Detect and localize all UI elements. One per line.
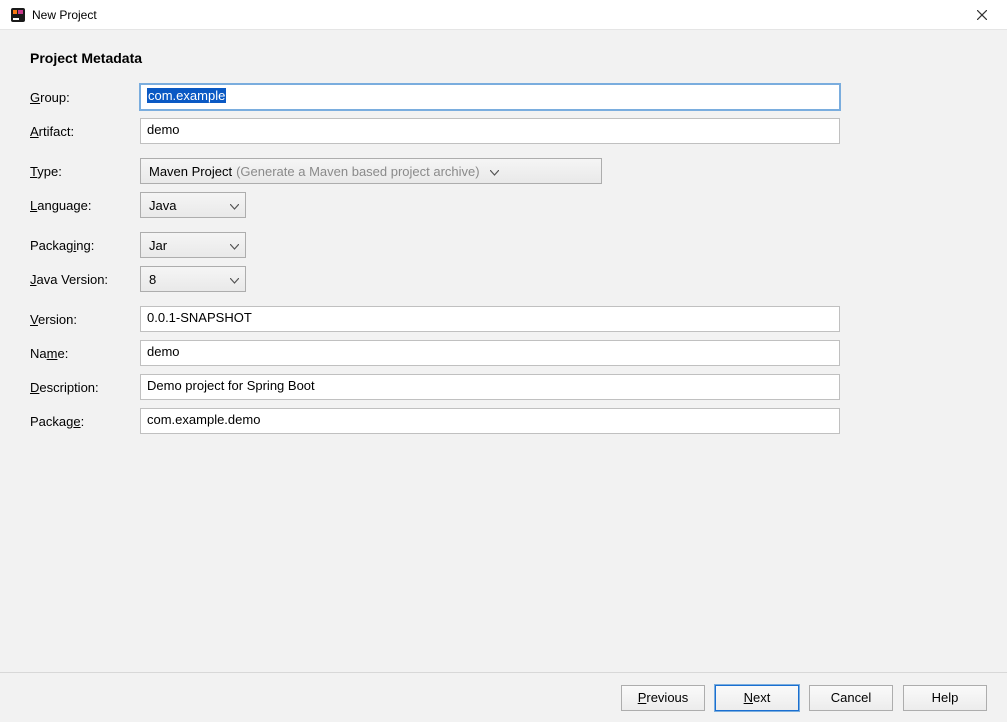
label-language: Language: xyxy=(30,198,140,213)
label-packaging: Packaging: xyxy=(30,238,140,253)
version-input[interactable]: 0.0.1-SNAPSHOT xyxy=(140,306,840,332)
chevron-down-icon xyxy=(488,164,502,179)
version-input-value: 0.0.1-SNAPSHOT xyxy=(147,310,252,325)
name-input-value: demo xyxy=(147,344,180,359)
group-input-value: com.example xyxy=(147,88,226,103)
row-type: Type: Maven Project (Generate a Maven ba… xyxy=(30,158,977,184)
chevron-down-icon xyxy=(227,238,241,253)
previous-button[interactable]: Previous xyxy=(621,685,705,711)
row-language: Language: Java xyxy=(30,192,977,218)
java-version-select-value: 8 xyxy=(149,272,156,287)
label-version: Version: xyxy=(30,312,140,327)
chevron-down-icon xyxy=(227,272,241,287)
label-description: Description: xyxy=(30,380,140,395)
packaging-select[interactable]: Jar xyxy=(140,232,246,258)
chevron-down-icon xyxy=(227,198,241,213)
packaging-select-value: Jar xyxy=(149,238,167,253)
row-name: Name: demo xyxy=(30,340,977,366)
type-select-hint: (Generate a Maven based project archive) xyxy=(236,164,480,179)
app-icon xyxy=(10,7,26,23)
label-group: Group: xyxy=(30,90,140,105)
package-input-value: com.example.demo xyxy=(147,412,260,427)
titlebar: New Project xyxy=(0,0,1007,30)
group-input[interactable]: com.example xyxy=(140,84,840,110)
row-description: Description: Demo project for Spring Boo… xyxy=(30,374,977,400)
close-icon[interactable] xyxy=(967,0,997,30)
type-select-value: Maven Project xyxy=(149,164,232,179)
content-area: Project Metadata Group: com.example Arti… xyxy=(0,30,1007,672)
help-button[interactable]: Help xyxy=(903,685,987,711)
window-title: New Project xyxy=(32,8,967,22)
language-select-value: Java xyxy=(149,198,176,213)
next-button[interactable]: Next xyxy=(715,685,799,711)
package-input[interactable]: com.example.demo xyxy=(140,408,840,434)
artifact-input[interactable]: demo xyxy=(140,118,840,144)
java-version-select[interactable]: 8 xyxy=(140,266,246,292)
artifact-input-value: demo xyxy=(147,122,180,137)
label-artifact: Artifact: xyxy=(30,124,140,139)
footer: Previous Next Cancel Help xyxy=(0,672,1007,722)
description-input[interactable]: Demo project for Spring Boot xyxy=(140,374,840,400)
name-input[interactable]: demo xyxy=(140,340,840,366)
row-package: Package: com.example.demo xyxy=(30,408,977,434)
label-java-version: Java Version: xyxy=(30,272,140,287)
cancel-button[interactable]: Cancel xyxy=(809,685,893,711)
row-group: Group: com.example xyxy=(30,84,977,110)
row-artifact: Artifact: demo xyxy=(30,118,977,144)
row-packaging: Packaging: Jar xyxy=(30,232,977,258)
language-select[interactable]: Java xyxy=(140,192,246,218)
description-input-value: Demo project for Spring Boot xyxy=(147,378,315,393)
label-package: Package: xyxy=(30,414,140,429)
page-title: Project Metadata xyxy=(30,50,977,66)
type-select[interactable]: Maven Project (Generate a Maven based pr… xyxy=(140,158,602,184)
label-name: Name: xyxy=(30,346,140,361)
row-java-version: Java Version: 8 xyxy=(30,266,977,292)
row-version: Version: 0.0.1-SNAPSHOT xyxy=(30,306,977,332)
label-type: Type: xyxy=(30,164,140,179)
